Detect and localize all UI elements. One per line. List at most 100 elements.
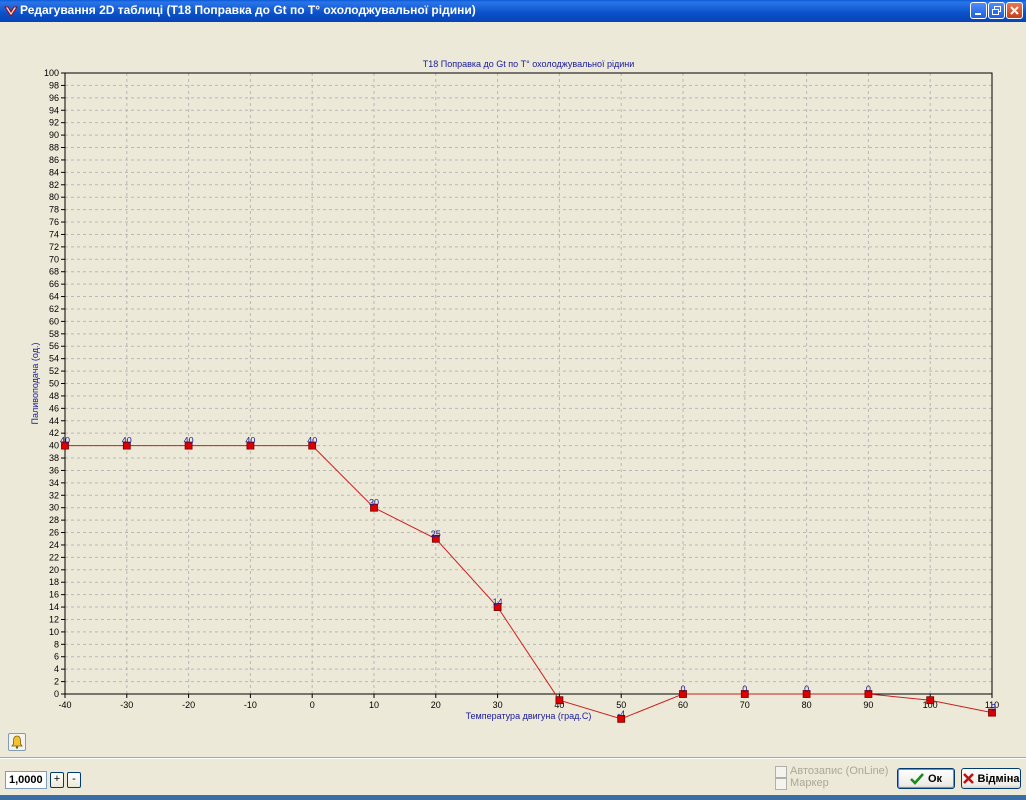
y-tick-label: 38 bbox=[49, 453, 59, 463]
y-tick-label: 74 bbox=[49, 229, 59, 239]
chart-grid bbox=[65, 73, 992, 695]
data-points[interactable]: 40 40 40 40 40302514-40 0 0 0-3 bbox=[60, 436, 996, 723]
bell-icon bbox=[11, 735, 23, 749]
y-tick-label: 80 bbox=[49, 192, 59, 202]
y-tick-label: 16 bbox=[49, 590, 59, 600]
y-tick-label: 10 bbox=[49, 627, 59, 637]
y-tick-label: 30 bbox=[49, 503, 59, 513]
data-point-label: 40 bbox=[307, 436, 317, 446]
marker-label: Маркер bbox=[790, 777, 829, 789]
tool-button[interactable] bbox=[8, 733, 26, 751]
data-point-label: 40 bbox=[245, 436, 255, 446]
data-point-label: 40 bbox=[60, 436, 70, 446]
chart-title: T18 Поправка до Gt по T° охолоджувальної… bbox=[423, 59, 635, 69]
y-tick-label: 82 bbox=[49, 180, 59, 190]
y-tick-label: 26 bbox=[49, 528, 59, 538]
data-point-label: 30 bbox=[369, 498, 379, 508]
y-tick-label: 62 bbox=[49, 304, 59, 314]
data-point-label: 40 bbox=[184, 436, 194, 446]
x-tick-label: 70 bbox=[740, 700, 750, 710]
y-tick-label: 92 bbox=[49, 118, 59, 128]
separator-highlight bbox=[0, 758, 1026, 759]
checkmark-icon bbox=[910, 772, 924, 785]
y-tick-label: 56 bbox=[49, 341, 59, 351]
x-tick-label: 30 bbox=[493, 700, 503, 710]
y-tick-label: 24 bbox=[49, 540, 59, 550]
minimize-icon bbox=[975, 13, 981, 15]
x-tick-label: 10 bbox=[369, 700, 379, 710]
x-tick-label: -10 bbox=[244, 700, 257, 710]
x-tick-label: 60 bbox=[678, 700, 688, 710]
x-tick-label: -30 bbox=[120, 700, 133, 710]
y-tick-label: 28 bbox=[49, 515, 59, 525]
y-tick-label: 50 bbox=[49, 379, 59, 389]
y-tick-label: 52 bbox=[49, 366, 59, 376]
y-tick-label: 46 bbox=[49, 403, 59, 413]
y-tick-label: 42 bbox=[49, 428, 59, 438]
y-tick-label: 60 bbox=[49, 316, 59, 326]
y-tick-label: 14 bbox=[49, 602, 59, 612]
taskbar-edge bbox=[0, 795, 1026, 800]
y-tick-label: 40 bbox=[49, 441, 59, 451]
data-point-label: 14 bbox=[493, 597, 503, 607]
y-tick-label: 32 bbox=[49, 490, 59, 500]
y-tick-label: 66 bbox=[49, 279, 59, 289]
y-tick-label: 54 bbox=[49, 354, 59, 364]
y-tick-label: 8 bbox=[54, 639, 59, 649]
window-title: Редагування 2D таблиці (T18 Поправка до … bbox=[20, 3, 476, 17]
x-tick-label: -40 bbox=[58, 700, 71, 710]
increment-button[interactable]: + bbox=[50, 772, 64, 788]
minimize-button[interactable] bbox=[970, 2, 987, 19]
step-input[interactable]: 1,0000 bbox=[5, 771, 47, 789]
x-tick-label: 20 bbox=[431, 700, 441, 710]
data-point-label: 40 bbox=[122, 436, 132, 446]
y-tick-label: 84 bbox=[49, 167, 59, 177]
restore-icon bbox=[992, 6, 1001, 15]
ok-button[interactable]: Ок bbox=[897, 768, 955, 789]
data-point-label: 25 bbox=[431, 529, 441, 539]
y-tick-label: 0 bbox=[54, 689, 59, 699]
y-tick-label: 96 bbox=[49, 93, 59, 103]
x-tick-label: 90 bbox=[863, 700, 873, 710]
close-button[interactable] bbox=[1006, 2, 1023, 19]
autosave-label: Автозапис (OnLine) bbox=[790, 765, 889, 777]
y-tick-label: 94 bbox=[49, 105, 59, 115]
marker-checkbox[interactable] bbox=[775, 778, 787, 790]
y-axis-ticks: 0246810121416182022242628303234363840424… bbox=[44, 68, 65, 699]
y-tick-label: 12 bbox=[49, 614, 59, 624]
data-point-label: 0 bbox=[866, 684, 871, 694]
cross-icon bbox=[962, 773, 974, 784]
x-axis-ticks: -40 -30 -20 -10 0 10 20 30 40 50 60 70 80 90 100 110 bbox=[58, 694, 999, 710]
x-axis-label: Температура двигуна (град.С) bbox=[466, 711, 592, 721]
y-tick-label: 6 bbox=[54, 652, 59, 662]
y-tick-label: 34 bbox=[49, 478, 59, 488]
y-tick-label: 90 bbox=[49, 130, 59, 140]
cancel-label: Відміна bbox=[977, 772, 1020, 785]
y-tick-label: 48 bbox=[49, 391, 59, 401]
y-tick-label: 58 bbox=[49, 329, 59, 339]
y-tick-label: 98 bbox=[49, 80, 59, 90]
y-tick-label: 20 bbox=[49, 565, 59, 575]
data-point-label: 0 bbox=[804, 684, 809, 694]
ok-label: Ок bbox=[927, 772, 943, 785]
cancel-button[interactable]: Відміна bbox=[961, 768, 1021, 789]
data-point-marker[interactable] bbox=[555, 696, 564, 705]
y-tick-label: 36 bbox=[49, 465, 59, 475]
data-point-label: 0 bbox=[742, 684, 747, 694]
autosave-checkbox[interactable] bbox=[775, 766, 787, 778]
decrement-button[interactable]: - bbox=[67, 772, 81, 788]
y-tick-label: 44 bbox=[49, 416, 59, 426]
x-tick-label: -20 bbox=[182, 700, 195, 710]
y-tick-label: 64 bbox=[49, 292, 59, 302]
y-tick-label: 22 bbox=[49, 552, 59, 562]
y-tick-label: 4 bbox=[54, 664, 59, 674]
chart[interactable]: T18 Поправка до Gt по T° охолоджувальної… bbox=[0, 22, 1026, 732]
y-tick-label: 68 bbox=[49, 267, 59, 277]
y-tick-label: 2 bbox=[54, 677, 59, 687]
data-point-marker[interactable] bbox=[926, 696, 935, 705]
maximize-button[interactable] bbox=[988, 2, 1005, 19]
app-icon bbox=[4, 6, 18, 17]
y-axis-label: Паливоподача (од.) bbox=[30, 343, 40, 425]
title-bar: Редагування 2D таблиці (T18 Поправка до … bbox=[0, 0, 1026, 22]
y-tick-label: 86 bbox=[49, 155, 59, 165]
